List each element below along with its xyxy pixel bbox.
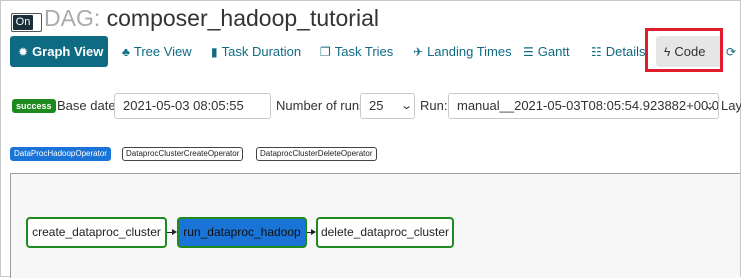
tab-landing-times-label: Landing Times — [427, 44, 512, 59]
plane-icon: ✈ — [413, 45, 424, 59]
tab-task-tries[interactable]: ❐ Task Tries — [312, 36, 401, 67]
task-node[interactable]: run_dataproc_hadoop — [177, 217, 307, 248]
tab-refresh[interactable]: ⟳ — [724, 36, 738, 67]
bar-chart-icon: ▮ — [211, 45, 218, 59]
tab-task-duration[interactable]: ▮ Task Duration — [203, 36, 309, 67]
run-label: Run: — [420, 98, 448, 113]
tab-task-tries-label: Task Tries — [334, 44, 394, 59]
base-date-input[interactable]: 2021-05-03 08:05:55 — [114, 93, 271, 119]
tab-gantt-label: Gantt — [537, 44, 570, 59]
task-node[interactable]: create_dataproc_cluster — [26, 217, 167, 248]
legend-dataprocclustercreateoperator: DataprocClusterCreateOperator — [122, 147, 244, 161]
dag-id: composer_hadoop_tutorial — [106, 5, 379, 31]
tab-graph-view-label: Graph View — [32, 44, 104, 59]
legend-dataprochadoopoperator: DataProcHadoopOperator — [10, 147, 111, 161]
run-select[interactable]: manual__2021-05-03T08:05:54.923882+00:00 — [448, 93, 719, 119]
status-badge: success — [12, 99, 56, 113]
chevron-down-icon: ⌄ — [400, 100, 414, 112]
code-tab-highlight — [645, 28, 723, 72]
copy-icon: ❐ — [320, 45, 331, 59]
tab-gantt[interactable]: ☰ Gantt — [515, 36, 578, 67]
legend-dataprocclusterdeleteoperator: DataprocClusterDeleteOperator — [256, 147, 377, 161]
asterisk-icon: ✹ — [18, 45, 29, 59]
task-node[interactable]: delete_dataproc_cluster — [316, 217, 454, 248]
page-title: DAG: composer_hadoop_tutorial — [44, 5, 379, 31]
tree-icon: ♣ — [122, 45, 130, 59]
layout-label: Lay — [721, 98, 741, 113]
chevron-down-icon: ⌄ — [703, 100, 717, 112]
num-runs-label: Number of runs: — [276, 98, 370, 113]
dag-pause-toggle[interactable]: On — [11, 13, 42, 32]
num-runs-value: 25 — [369, 98, 384, 113]
tab-landing-times[interactable]: ✈ Landing Times — [405, 36, 520, 67]
run-value: manual__2021-05-03T08:05:54.923882+00:00 — [457, 98, 719, 113]
toggle-label: On — [13, 15, 33, 30]
title-prefix: DAG: — [44, 5, 101, 31]
tab-details-label: Details — [605, 44, 646, 59]
tab-tree-view[interactable]: ♣ Tree View — [114, 36, 200, 67]
tab-tree-view-label: Tree View — [133, 44, 192, 59]
tab-task-duration-label: Task Duration — [221, 44, 302, 59]
tab-details[interactable]: ☷ Details — [583, 36, 654, 67]
base-date-label: Base date: — [57, 98, 120, 113]
list-icon: ☷ — [591, 45, 602, 59]
refresh-icon: ⟳ — [726, 45, 737, 59]
gantt-icon: ☰ — [523, 45, 534, 59]
tab-graph-view[interactable]: ✹ Graph View — [10, 36, 108, 67]
